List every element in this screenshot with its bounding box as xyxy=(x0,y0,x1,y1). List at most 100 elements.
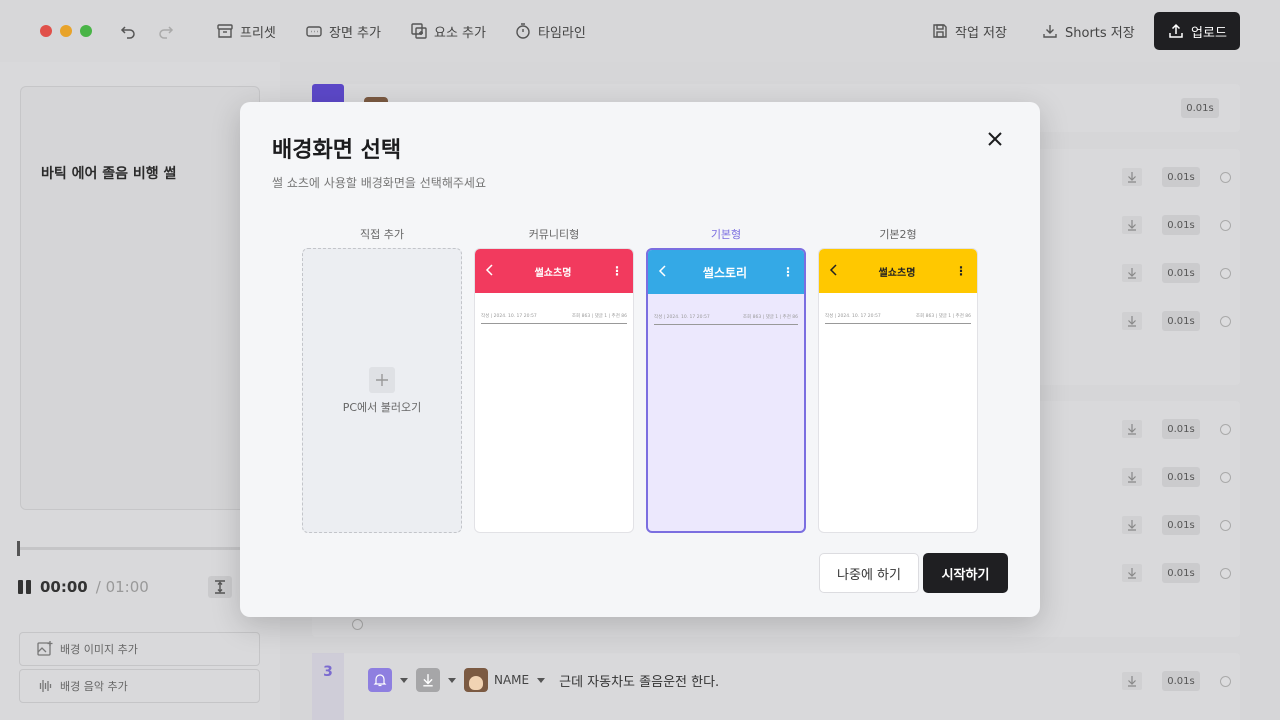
pause-icon[interactable] xyxy=(18,580,32,594)
select-radio[interactable] xyxy=(1220,567,1231,579)
option-direct-add[interactable]: PC에서 불러오기 xyxy=(302,248,462,533)
more-vertical-icon: ⋮ xyxy=(955,264,967,278)
select-radio[interactable] xyxy=(1220,471,1231,483)
add-element-icon xyxy=(410,22,428,40)
option-basic[interactable]: 썰스토리 ⋮ 작성 | 2024. 10. 17 20:57 조회 863 | … xyxy=(646,248,806,533)
undo-button[interactable] xyxy=(119,18,137,44)
fit-height-icon xyxy=(211,578,229,596)
duration-badge[interactable]: 0.01s xyxy=(1181,98,1219,118)
bell-icon[interactable] xyxy=(368,668,392,692)
add-element-label: 요소 추가 xyxy=(434,25,486,41)
chevron-down-icon[interactable] xyxy=(537,677,546,683)
select-radio[interactable] xyxy=(1220,267,1231,279)
option-community[interactable]: 썰쇼츠명 ⋮ 작성 | 2024. 10. 17 20:57 조회 863 | … xyxy=(474,248,634,533)
start-button[interactable]: 시작하기 xyxy=(923,553,1008,593)
avatar[interactable] xyxy=(464,668,488,692)
redo-button[interactable] xyxy=(157,18,175,44)
preset-button[interactable]: 프리셋 xyxy=(216,18,276,44)
post-meta: 작성 | 2024. 10. 17 20:57 조회 863 | 댓글 1 | … xyxy=(825,313,971,324)
duration-badge[interactable]: 0.01s xyxy=(1162,263,1200,283)
duration-badge[interactable]: 0.01s xyxy=(1162,311,1200,331)
select-radio[interactable] xyxy=(1220,315,1231,327)
duration-badge[interactable]: 0.01s xyxy=(1162,215,1200,235)
download-icon xyxy=(1041,22,1059,40)
phone-header-title: 썰쇼츠명 xyxy=(878,267,916,279)
duration-badge[interactable]: 0.01s xyxy=(1162,467,1200,487)
arrow-down-icon[interactable] xyxy=(1122,168,1142,186)
save-icon xyxy=(931,22,949,40)
select-radio[interactable] xyxy=(352,619,363,630)
select-radio[interactable] xyxy=(1220,423,1231,435)
save-shorts-button[interactable]: Shorts 저장 xyxy=(1041,18,1135,44)
later-button[interactable]: 나중에 하기 xyxy=(819,553,919,593)
arrow-down-icon[interactable] xyxy=(1122,420,1142,438)
load-from-pc-label: PC에서 불러오기 xyxy=(342,400,422,414)
arrow-down-icon[interactable] xyxy=(1122,516,1142,534)
more-vertical-icon: ⋮ xyxy=(611,264,623,278)
scene-indicator xyxy=(312,84,344,104)
select-radio[interactable] xyxy=(1220,675,1231,687)
option-label-direct: 직접 추가 xyxy=(360,228,404,241)
option-label-community: 커뮤니티형 xyxy=(528,228,580,241)
back-chevron-icon xyxy=(485,263,495,279)
modal-title: 배경화면 선택 xyxy=(272,138,402,163)
close-window-button[interactable] xyxy=(40,25,52,37)
arrow-down-icon[interactable] xyxy=(416,668,440,692)
chevron-down-icon[interactable] xyxy=(448,677,456,683)
upload-icon xyxy=(1167,22,1185,40)
arrow-down-icon[interactable] xyxy=(1122,672,1142,690)
speaker-name[interactable]: NAME xyxy=(494,673,529,687)
arrow-down-icon[interactable] xyxy=(1122,312,1142,330)
select-radio[interactable] xyxy=(1220,219,1231,231)
phone-header: 썰스토리 ⋮ xyxy=(648,250,804,294)
row-controls: 0.01s xyxy=(1122,263,1231,283)
image-add-icon xyxy=(36,640,54,658)
add-scene-button[interactable]: 장면 추가 xyxy=(305,18,381,44)
option-basic2[interactable]: 썰쇼츠명 ⋮ 작성 | 2024. 10. 17 20:57 조회 863 | … xyxy=(818,248,978,533)
phone-header-title: 썰쇼츠명 xyxy=(534,267,572,279)
arrow-down-icon[interactable] xyxy=(1122,564,1142,582)
close-icon xyxy=(986,130,1004,148)
top-toolbar: 프리셋 장면 추가 요소 추가 타임라인 작업 저장 Shorts 저장 업로드 xyxy=(0,0,1280,62)
fit-height-button[interactable] xyxy=(208,576,232,598)
add-bg-music-button[interactable]: 배경 음악 추가 xyxy=(19,669,260,703)
duration-badge[interactable]: 0.01s xyxy=(1162,563,1200,583)
arrow-down-icon[interactable] xyxy=(1122,264,1142,282)
playback-handle[interactable] xyxy=(17,541,20,556)
duration-badge[interactable]: 0.01s xyxy=(1162,167,1200,187)
dialogue-text[interactable]: 근데 자동차도 졸음운전 한다. xyxy=(559,671,719,690)
save-work-button[interactable]: 작업 저장 xyxy=(931,18,1007,44)
arrow-down-icon[interactable] xyxy=(1122,468,1142,486)
waveform-icon xyxy=(36,677,54,695)
upload-button[interactable]: 업로드 xyxy=(1154,12,1240,50)
add-element-button[interactable]: 요소 추가 xyxy=(410,18,486,44)
phone-header-title: 썰스토리 xyxy=(702,265,748,280)
playback-track[interactable] xyxy=(18,547,240,550)
duration-badge[interactable]: 0.01s xyxy=(1162,671,1200,691)
playback-controls: 00:00 / 01:00 xyxy=(18,578,149,596)
arrow-down-icon[interactable] xyxy=(1122,216,1142,234)
close-modal-button[interactable] xyxy=(982,126,1008,152)
back-chevron-icon xyxy=(658,264,668,280)
video-preview[interactable]: 바틱 에어 졸음 비행 썰 xyxy=(20,86,260,510)
minimize-window-button[interactable] xyxy=(60,25,72,37)
chevron-down-icon[interactable] xyxy=(400,677,408,683)
post-meta: 작성 | 2024. 10. 17 20:57 조회 863 | 댓글 1 | … xyxy=(654,314,798,325)
option-label-basic: 기본형 xyxy=(710,228,742,241)
select-radio[interactable] xyxy=(1220,171,1231,183)
row-controls: 0.01s xyxy=(1122,671,1231,691)
plus-icon xyxy=(369,366,395,393)
duration-badge[interactable]: 0.01s xyxy=(1162,515,1200,535)
duration-badge[interactable]: 0.01s xyxy=(1162,419,1200,439)
row-controls: 0.01s xyxy=(1122,311,1231,331)
timeline-button[interactable]: 타임라인 xyxy=(514,18,586,44)
phone-header: 썰쇼츠명 ⋮ xyxy=(475,249,633,293)
post-meta-left: 작성 | 2024. 10. 17 20:57 xyxy=(481,314,537,319)
add-bg-image-button[interactable]: 배경 이미지 추가 xyxy=(19,632,260,666)
maximize-window-button[interactable] xyxy=(80,25,92,37)
more-vertical-icon: ⋮ xyxy=(781,265,794,279)
row-controls: 0.01s xyxy=(1122,563,1231,583)
select-radio[interactable] xyxy=(1220,519,1231,531)
stopwatch-icon xyxy=(514,22,532,40)
phone-header: 썰쇼츠명 ⋮ xyxy=(819,249,977,293)
